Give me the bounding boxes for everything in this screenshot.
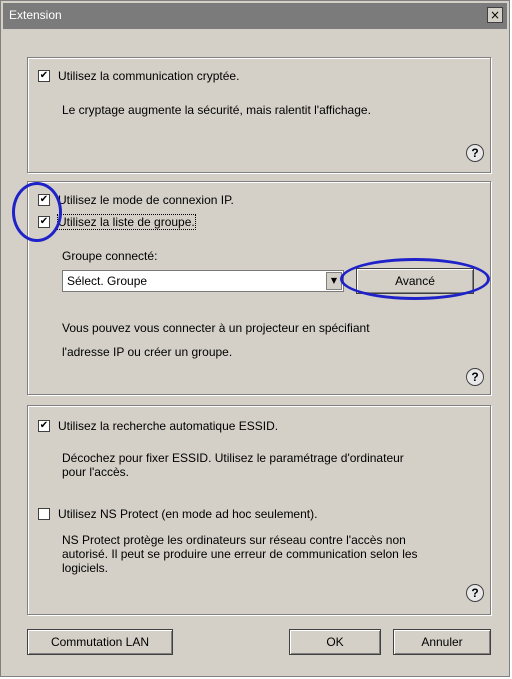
ns-description-2: autorisé. Il peut se produire une erreur…	[62, 547, 418, 561]
title-bar: Extension ×	[3, 3, 507, 29]
essid-checkbox[interactable]: ✔	[38, 420, 50, 432]
cancel-button[interactable]: Annuler	[393, 629, 491, 655]
chevron-down-icon[interactable]: ▼	[326, 272, 342, 290]
ns-description-3: logiciels.	[62, 561, 109, 575]
ns-protect-row: Utilisez NS Protect (en mode ad hoc seul…	[38, 507, 317, 521]
encryption-description: Le cryptage augmente la sécurité, mais r…	[62, 103, 371, 117]
encryption-panel: ✔ Utilisez la communication cryptée. Le …	[27, 57, 491, 173]
group-list-checkbox[interactable]: ✔	[38, 216, 50, 228]
ok-button[interactable]: OK	[289, 629, 381, 655]
group-list-row: ✔ Utilisez la liste de groupe.	[38, 214, 196, 230]
ns-protect-checkbox[interactable]	[38, 508, 50, 520]
essid-description-2: pour l'accès.	[62, 465, 129, 479]
encryption-label: Utilisez la communication cryptée.	[58, 69, 240, 83]
help-icon[interactable]: ?	[466, 584, 484, 602]
essid-row: ✔ Utilisez la recherche automatique ESSI…	[38, 419, 278, 433]
connected-group-label: Groupe connecté:	[62, 249, 158, 263]
close-button[interactable]: ×	[487, 7, 503, 23]
help-icon[interactable]: ?	[466, 144, 484, 162]
help-icon[interactable]: ?	[466, 368, 484, 386]
connection-description-2: l'adresse IP ou créer un groupe.	[62, 345, 233, 359]
encryption-row: ✔ Utilisez la communication cryptée.	[38, 69, 239, 83]
connection-description-1: Vous pouvez vous connecter à un projecte…	[62, 321, 370, 335]
lan-switch-button[interactable]: Commutation LAN	[27, 629, 173, 655]
network-panel: ✔ Utilisez la recherche automatique ESSI…	[27, 405, 491, 615]
advanced-button[interactable]: Avancé	[356, 268, 474, 294]
connection-panel: ✔ Utilisez le mode de connexion IP. ✔ Ut…	[27, 181, 491, 395]
group-select[interactable]: Sélect. Groupe ▼	[62, 270, 344, 292]
ns-protect-label: Utilisez NS Protect (en mode ad hoc seul…	[58, 507, 318, 521]
encryption-checkbox[interactable]: ✔	[38, 70, 50, 82]
group-select-value: Sélect. Groupe	[67, 274, 148, 288]
extension-dialog: Extension × ✔ Utilisez la communication …	[0, 0, 510, 677]
ip-mode-label: Utilisez le mode de connexion IP.	[58, 193, 234, 207]
ip-mode-row: ✔ Utilisez le mode de connexion IP.	[38, 193, 234, 207]
window-title: Extension	[9, 8, 62, 22]
group-list-label: Utilisez la liste de groupe.	[57, 214, 196, 230]
essid-label: Utilisez la recherche automatique ESSID.	[58, 419, 279, 433]
ip-mode-checkbox[interactable]: ✔	[38, 194, 50, 206]
